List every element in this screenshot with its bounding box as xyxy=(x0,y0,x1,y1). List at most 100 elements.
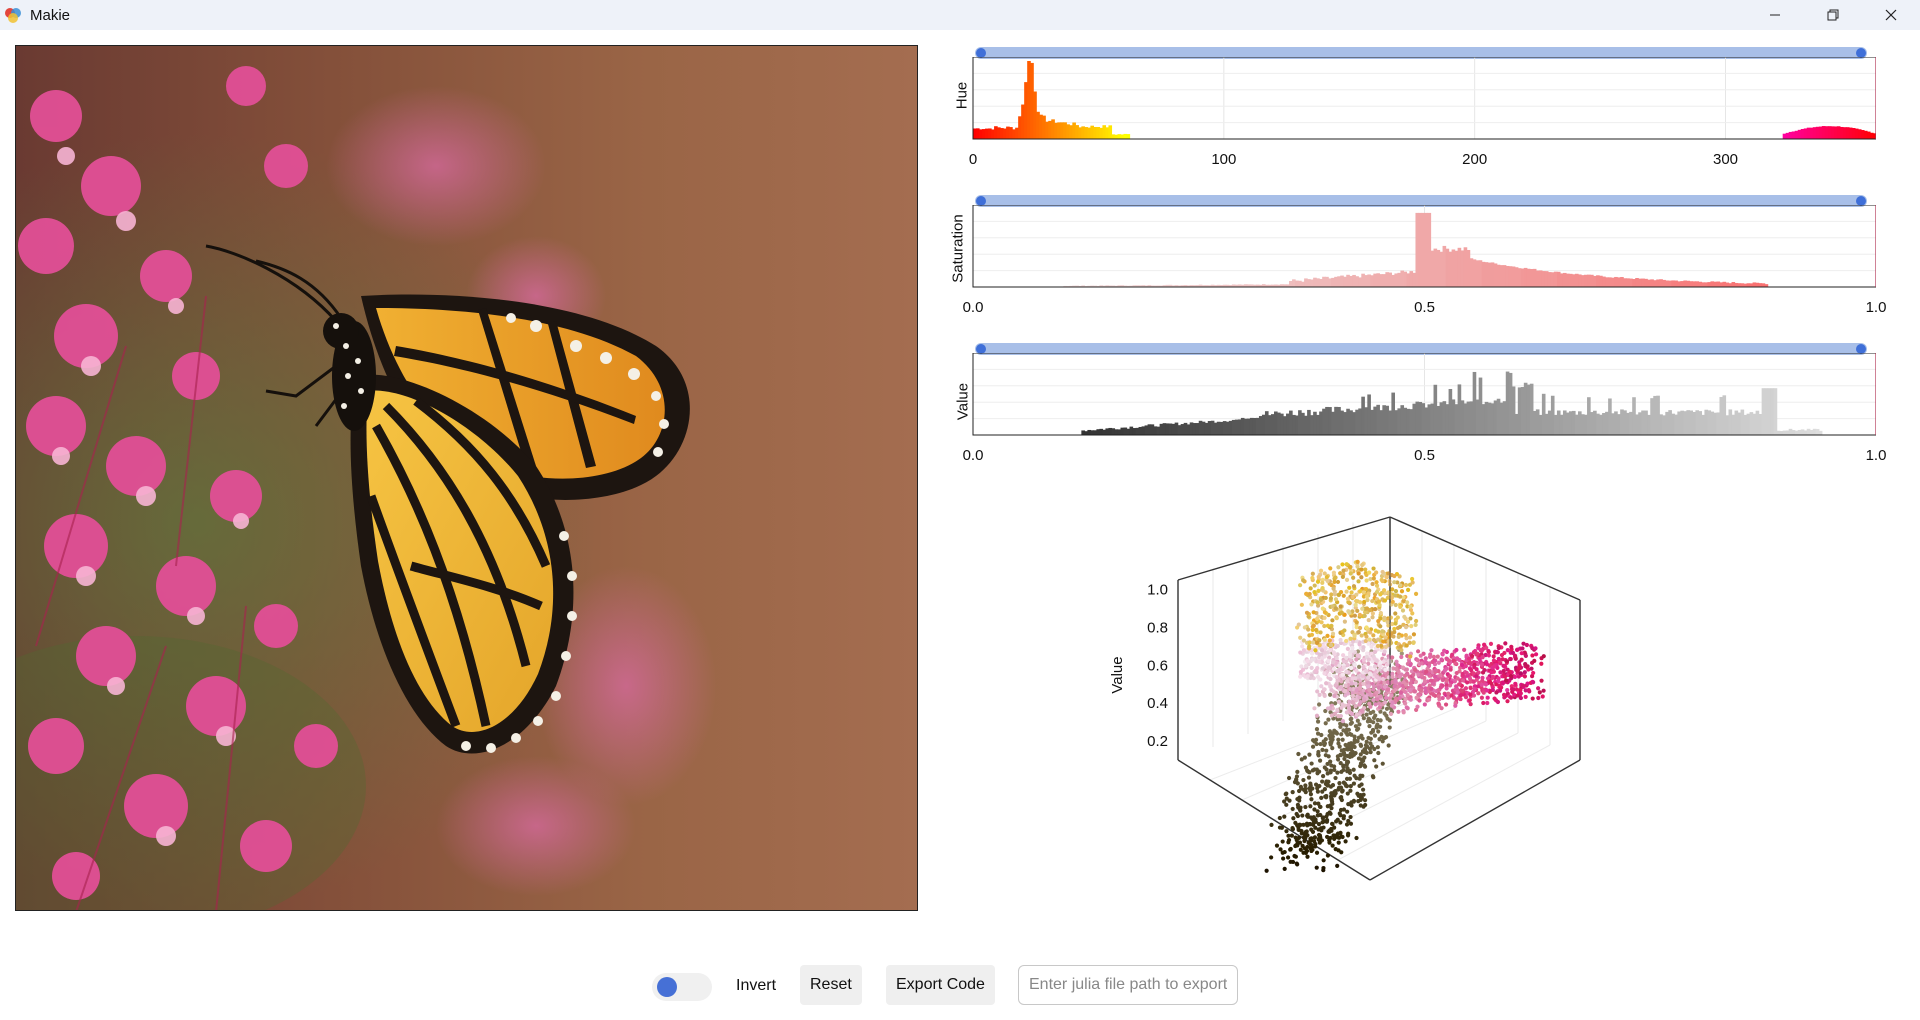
scatter-point xyxy=(1380,578,1385,584)
scatter-point xyxy=(1328,759,1333,764)
z-tick-label: 0.4 xyxy=(1147,695,1168,712)
reset-button[interactable]: Reset xyxy=(800,965,862,1005)
scatter-point xyxy=(1305,844,1310,850)
scatter-point xyxy=(1505,648,1510,653)
scatter-point xyxy=(1492,696,1497,701)
scatter-point xyxy=(1383,692,1388,697)
scatter-point xyxy=(1328,684,1333,689)
scatter-point xyxy=(1308,586,1313,591)
export-code-button[interactable]: Export Code xyxy=(886,965,995,1005)
scatter-point xyxy=(1354,592,1359,597)
scatter-point xyxy=(1367,724,1372,729)
scatter-point xyxy=(1305,673,1310,679)
scatter-point xyxy=(1319,648,1325,653)
scatter-point xyxy=(1350,693,1356,699)
scatter-point xyxy=(1410,576,1415,582)
scatter-point xyxy=(1316,801,1321,806)
scatter-point xyxy=(1397,594,1403,599)
hsv-3d-scatter-plot[interactable]: 1.0 0.8 0.6 0.4 0.2 Value xyxy=(1100,505,1680,925)
scatter-point xyxy=(1284,829,1289,834)
scatter-point xyxy=(1370,581,1375,587)
scatter-point xyxy=(1356,799,1361,804)
scatter-point xyxy=(1512,674,1518,680)
scatter-point xyxy=(1332,652,1337,657)
scatter-point xyxy=(1354,620,1359,625)
scatter-point xyxy=(1467,660,1473,665)
scatter-point xyxy=(1495,699,1501,705)
scatter-point xyxy=(1405,692,1410,698)
scatter-point xyxy=(1369,730,1374,735)
axis-line xyxy=(1369,759,1581,881)
scatter-point xyxy=(1472,665,1477,670)
scatter-point xyxy=(1324,748,1329,753)
scatter-point xyxy=(1316,574,1321,579)
scatter-point xyxy=(1315,809,1320,814)
scatter-point xyxy=(1374,690,1379,695)
scatter-point xyxy=(1309,602,1314,607)
scatter-point xyxy=(1339,850,1344,855)
scatter-point xyxy=(1364,712,1369,717)
scatter-point xyxy=(1336,741,1341,746)
scatter-point xyxy=(1374,570,1379,575)
scatter-point xyxy=(1324,681,1329,686)
scatter-point xyxy=(1349,681,1354,686)
scatter-point xyxy=(1333,683,1338,688)
scatter-point xyxy=(1315,600,1320,605)
scatter-point xyxy=(1309,827,1314,832)
scatter-point xyxy=(1364,739,1369,744)
scatter-point xyxy=(1348,814,1353,820)
scatter-point xyxy=(1372,758,1377,763)
scatter-point xyxy=(1436,660,1441,665)
scatter-point xyxy=(1475,684,1481,689)
scatter-point xyxy=(1345,760,1351,765)
scatter-point xyxy=(1522,674,1528,679)
scatter-point xyxy=(1264,868,1269,873)
scatter-point xyxy=(1390,655,1395,660)
scatter-point xyxy=(1362,763,1367,768)
scatter-point xyxy=(1453,703,1458,708)
scatter-point xyxy=(1338,760,1343,766)
close-button[interactable] xyxy=(1862,0,1920,30)
scatter-point xyxy=(1418,688,1423,693)
scatter-point xyxy=(1383,700,1388,705)
scatter-point xyxy=(1357,625,1363,631)
z-tick-label: 0.6 xyxy=(1147,657,1168,674)
scatter-point xyxy=(1349,716,1354,721)
scatter-point xyxy=(1375,643,1380,649)
scatter-point xyxy=(1512,653,1518,658)
restore-button[interactable] xyxy=(1804,0,1862,30)
invert-toggle[interactable] xyxy=(652,973,712,1001)
scatter-point xyxy=(1394,659,1399,664)
scatter-point xyxy=(1383,667,1388,672)
scatter-point xyxy=(1356,756,1362,761)
scatter-point xyxy=(1518,691,1523,696)
scatter-point xyxy=(1346,747,1351,752)
scatter-point xyxy=(1371,576,1376,581)
scatter-point xyxy=(1335,757,1341,762)
scatter-point xyxy=(1301,638,1306,643)
scatter-point xyxy=(1454,656,1460,661)
value-histogram-plot xyxy=(972,353,1876,436)
scatter-point xyxy=(1351,700,1356,706)
scatter-point xyxy=(1323,595,1328,601)
scatter-point xyxy=(1463,664,1468,669)
scatter-point xyxy=(1536,686,1541,691)
scatter-point xyxy=(1361,590,1366,595)
scatter-point xyxy=(1269,822,1274,827)
export-path-input[interactable] xyxy=(1018,965,1238,1005)
scatter-point xyxy=(1429,648,1434,653)
scatter-point xyxy=(1328,676,1333,682)
scatter-point xyxy=(1336,714,1341,719)
scatter-point xyxy=(1338,604,1343,609)
scatter-point xyxy=(1424,669,1429,674)
scatter-point xyxy=(1352,773,1357,778)
scatter-point xyxy=(1409,624,1414,629)
scatter-point xyxy=(1297,798,1302,803)
scatter-point xyxy=(1295,802,1301,808)
scatter-point xyxy=(1354,668,1359,673)
scatter-point xyxy=(1358,600,1363,605)
minimize-button[interactable] xyxy=(1746,0,1804,30)
scatter-point xyxy=(1413,667,1418,672)
scatter-point xyxy=(1320,779,1325,784)
scatter-point xyxy=(1508,656,1513,662)
